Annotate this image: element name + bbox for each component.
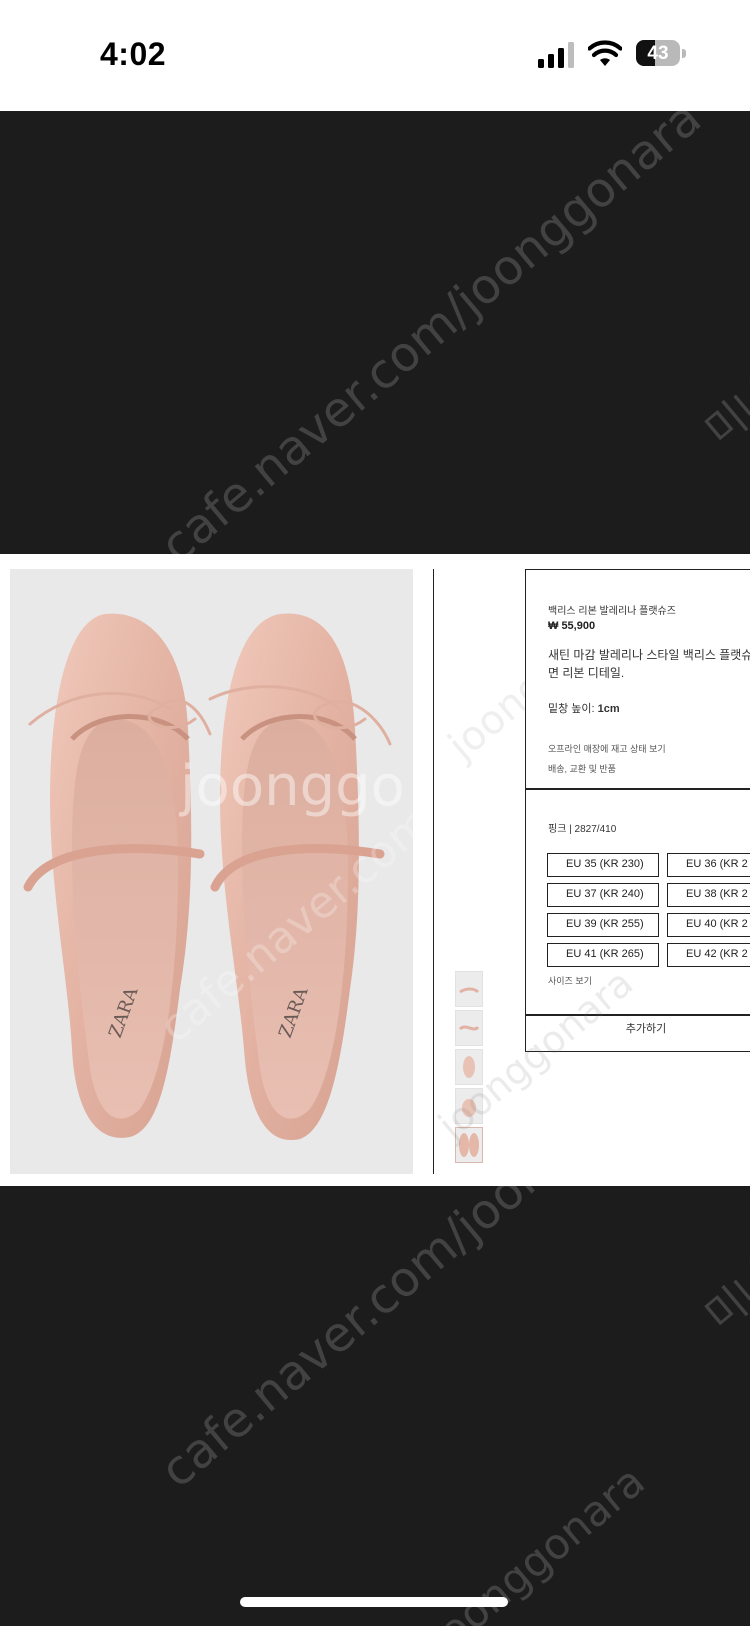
heel-height-value: 1cm xyxy=(597,703,620,715)
size-eu41[interactable]: EU 41 (KR 265) xyxy=(547,943,659,967)
color-reference: 핑크 | 2827/410 xyxy=(548,824,617,835)
gallery-divider xyxy=(433,569,434,1174)
size-eu35[interactable]: EU 35 (KR 230) xyxy=(547,853,659,877)
product-name: 백리스 리본 발레리나 플랫슈즈 xyxy=(548,606,676,617)
heel-height-label: 밑창 높이: xyxy=(548,703,595,715)
product-screenshot: ZARA ZARA joonggo cafe.naver.com/joonggo… xyxy=(0,554,750,1186)
size-eu38[interactable]: EU 38 (KR 2 xyxy=(667,883,750,907)
dark-background-top: cafe.naver.com/joonggonara 미나 xyxy=(0,111,750,554)
size-eu37[interactable]: EU 37 (KR 240) xyxy=(547,883,659,907)
status-time: 4:02 xyxy=(100,36,167,72)
shipping-link[interactable]: 배송, 교환 및 반품 xyxy=(548,762,616,775)
store-stock-link[interactable]: 오프라인 매장에 재고 상태 보기 xyxy=(548,742,666,755)
size-eu36[interactable]: EU 36 (KR 2 xyxy=(667,853,750,877)
watermark-center-logo: joonggo xyxy=(180,754,405,819)
watermark-korean: 미나 xyxy=(695,368,750,456)
wifi-icon xyxy=(588,40,622,66)
panel-separator xyxy=(526,788,750,790)
watermark-korean-bottom: 미나 xyxy=(695,1253,750,1341)
dark-background-bottom: cafe.naver.com/joonggonara 미나 joonggonar… xyxy=(0,1186,750,1626)
battery-level: 43 xyxy=(647,43,669,64)
watermark-url: cafe.naver.com/joonggonara xyxy=(150,111,712,554)
cellular-signal-icon xyxy=(538,42,574,68)
product-info-panel: 백리스 리본 발레리나 플랫슈즈 ₩ 55,900 새틴 마감 발레리나 스타일… xyxy=(525,569,750,1052)
size-eu39[interactable]: EU 39 (KR 255) xyxy=(547,913,659,937)
heel-height: 밑창 높이: 1cm xyxy=(548,700,620,716)
watermark-url-bottom: cafe.naver.com/joonggonara xyxy=(150,1186,712,1499)
thumbnail-1[interactable] xyxy=(455,971,483,1007)
product-price: ₩ 55,900 xyxy=(548,620,596,632)
size-eu40[interactable]: EU 40 (KR 2 xyxy=(667,913,750,937)
thumbnail-2[interactable] xyxy=(455,1010,483,1046)
home-indicator[interactable] xyxy=(240,1597,508,1607)
status-bar: 4:02 43 xyxy=(0,0,750,110)
size-eu42[interactable]: EU 42 (KR 2 xyxy=(667,943,750,967)
battery-icon: 43 xyxy=(636,40,688,68)
product-description: 새틴 마감 발레리나 스타일 백리스 플랫슈즈 면 리본 디테일. xyxy=(548,648,750,680)
